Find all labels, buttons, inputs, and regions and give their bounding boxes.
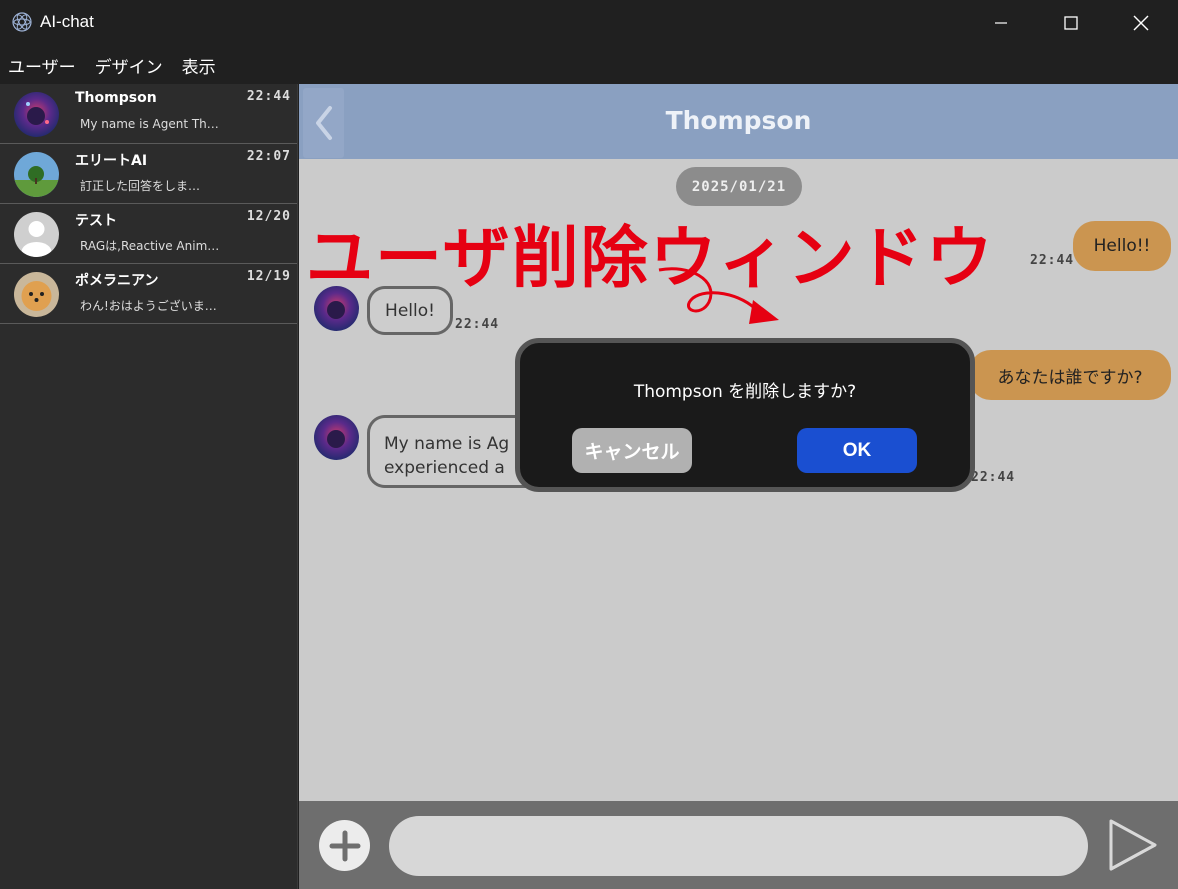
avatar xyxy=(14,272,59,317)
contact-preview: 訂正した回答をしま… xyxy=(80,179,201,193)
send-icon xyxy=(1109,819,1157,871)
contact-time: 22:44 xyxy=(246,89,291,104)
close-icon xyxy=(1133,15,1149,31)
message-time: 22:44 xyxy=(1030,253,1075,268)
chat-pane: Thompson 2025/01/21 Hello!! 22:44 Hello!… xyxy=(299,84,1178,801)
contact-preview: RAGは,Reactive Anim… xyxy=(80,239,220,253)
chat-header: Thompson xyxy=(299,84,1178,159)
contact-item-test[interactable]: テスト 12/20 RAGは,Reactive Anim… xyxy=(0,204,297,264)
contact-preview: My name is Agent Th… xyxy=(80,117,219,131)
date-separator: 2025/01/21 xyxy=(676,167,802,206)
contact-time: 22:07 xyxy=(246,149,291,164)
message-bubble-outgoing: Hello!! xyxy=(1073,221,1171,271)
avatar xyxy=(14,212,59,257)
window-title: AI-chat xyxy=(40,12,94,31)
menu-bar: ユーザー デザイン 表示 xyxy=(0,46,1178,84)
contact-list: Thompson 22:44 My name is Agent Th… エリート… xyxy=(0,84,298,889)
maximize-button[interactable] xyxy=(1036,0,1106,46)
cancel-button[interactable]: キャンセル xyxy=(572,428,692,473)
send-button[interactable] xyxy=(1107,819,1159,871)
avatar xyxy=(14,152,59,197)
add-button[interactable] xyxy=(319,820,370,871)
message-time: 22:44 xyxy=(455,317,500,332)
contact-time: 12/19 xyxy=(246,269,291,284)
delete-user-dialog: Thompson を削除しますか? キャンセル OK xyxy=(515,338,975,492)
ok-button[interactable]: OK xyxy=(797,428,917,473)
menu-design[interactable]: デザイン xyxy=(95,53,163,78)
bot-avatar xyxy=(314,415,359,460)
maximize-icon xyxy=(1064,16,1078,30)
minimize-button[interactable] xyxy=(966,0,1036,46)
dialog-message: Thompson を削除しますか? xyxy=(633,382,857,402)
message-input[interactable] xyxy=(389,816,1088,876)
menu-view[interactable]: 表示 xyxy=(182,53,216,78)
title-bar: AI-chat xyxy=(0,0,1178,46)
contact-item-pomeranian[interactable]: ポメラニアン 12/19 わん!おはようございま… xyxy=(0,264,297,324)
contact-time: 12/20 xyxy=(246,209,291,224)
contact-item-thompson[interactable]: Thompson 22:44 My name is Agent Th… xyxy=(0,84,297,144)
plus-icon xyxy=(329,830,360,861)
app-icon xyxy=(12,12,32,32)
input-bar xyxy=(299,801,1178,889)
contact-name: Thompson xyxy=(75,90,157,106)
close-button[interactable] xyxy=(1106,0,1176,46)
contact-name: テスト xyxy=(75,213,117,229)
menu-user[interactable]: ユーザー xyxy=(8,53,76,78)
contact-preview: わん!おはようございま… xyxy=(80,299,217,313)
avatar xyxy=(14,92,59,137)
message-time: 22:44 xyxy=(971,470,1016,485)
minimize-icon xyxy=(995,22,1007,24)
message-bubble-outgoing: あなたは誰ですか? xyxy=(969,350,1171,400)
chat-title: Thompson xyxy=(665,106,812,135)
contact-item-elite-ai[interactable]: エリートAI 22:07 訂正した回答をしま… xyxy=(0,144,297,204)
contact-name: エリートAI xyxy=(75,153,148,169)
contact-name: ポメラニアン xyxy=(75,273,159,289)
